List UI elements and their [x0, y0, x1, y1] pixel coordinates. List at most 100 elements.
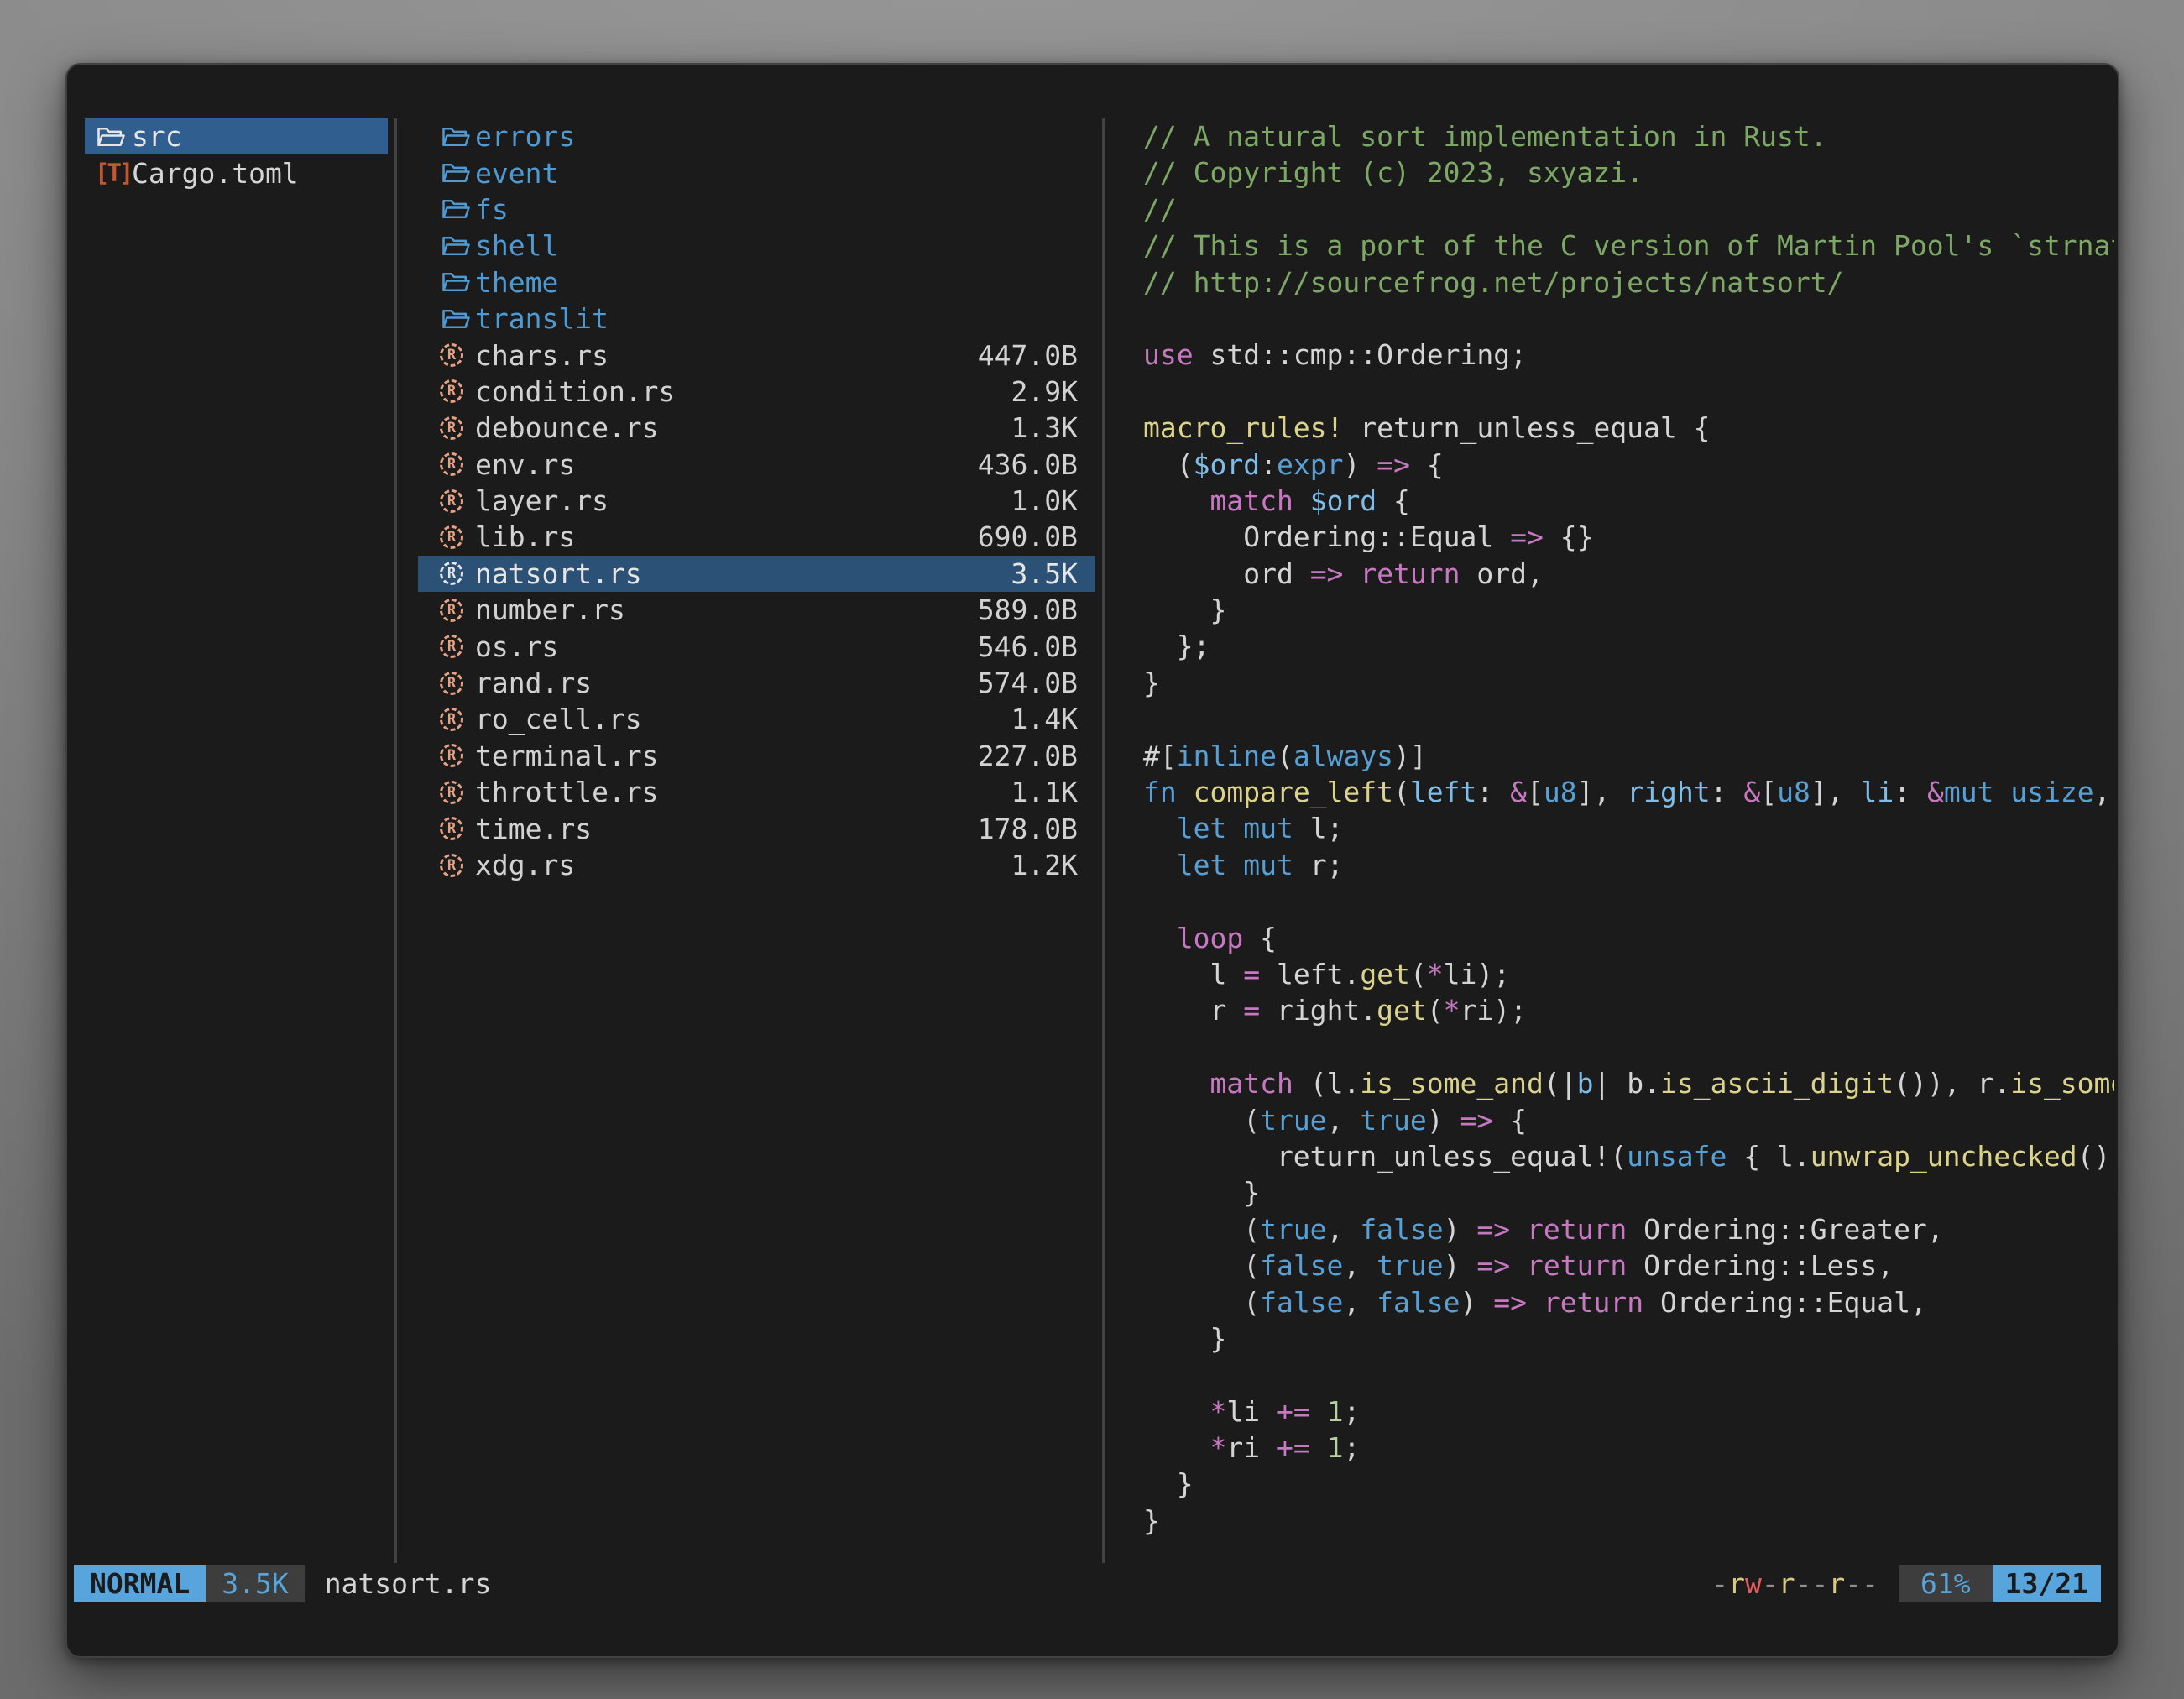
file-name-label: fs — [475, 193, 509, 226]
file-row-number.rs[interactable]: Rnumber.rs589.0B — [418, 592, 1095, 628]
code-line: r = right.get(*ri); — [1143, 992, 2114, 1028]
code-line: // Copyright (c) 2023, sxyazi. — [1143, 154, 2114, 191]
code-line: let mut r; — [1143, 847, 2114, 883]
file-name-label: Cargo.toml — [132, 157, 299, 190]
open-folder-icon — [440, 304, 470, 334]
folder-row-event[interactable]: event — [418, 154, 1095, 191]
file-name-label: os.rs — [475, 630, 558, 663]
rust-icon: R — [440, 379, 463, 403]
code-line: match $ord { — [1143, 483, 2114, 519]
file-size-label: 1.1K — [1011, 776, 1078, 808]
folder-row-errors[interactable]: errors — [418, 118, 1095, 154]
file-size-label: 227.0B — [978, 740, 1078, 772]
code-line: // A natural sort implementation in Rust… — [1143, 118, 2114, 154]
code-line: } — [1143, 1466, 2114, 1502]
code-line: macro_rules! return_unless_equal { — [1143, 410, 2114, 446]
rust-icon: R — [440, 781, 463, 804]
file-size-label: 178.0B — [978, 813, 1078, 845]
file-size-badge: 3.5K — [206, 1565, 304, 1602]
code-line: fn compare_left(left: &[u8], right: &[u8… — [1143, 774, 2114, 810]
code-line: } — [1143, 1320, 2114, 1357]
file-name-label: src — [132, 120, 182, 153]
file-name-label: xdg.rs — [475, 849, 575, 881]
open-folder-icon — [440, 267, 470, 297]
file-row-Cargo.toml[interactable]: [T]Cargo.toml — [85, 154, 388, 191]
open-folder-icon — [440, 158, 470, 188]
file-row-throttle.rs[interactable]: Rthrottle.rs 1.1K — [418, 774, 1095, 810]
file-name-label: lib.rs — [475, 520, 575, 553]
code-line — [1143, 374, 2114, 410]
code-line — [1143, 883, 2114, 919]
folder-row-src[interactable]: src — [85, 118, 388, 154]
rust-icon: R — [440, 672, 463, 695]
rust-icon: R — [440, 708, 463, 731]
file-row-lib.rs[interactable]: Rlib.rs690.0B — [418, 519, 1095, 555]
code-line: (true, true) => { — [1143, 1102, 2114, 1138]
folder-row-fs[interactable]: fs — [418, 191, 1095, 227]
file-row-terminal.rs[interactable]: Rterminal.rs227.0B — [418, 738, 1095, 774]
file-row-chars.rs[interactable]: Rchars.rs447.0B — [418, 337, 1095, 373]
file-row-xdg.rs[interactable]: Rxdg.rs1.2K — [418, 847, 1095, 883]
code-line: *li += 1; — [1143, 1393, 2114, 1430]
pane-divider — [394, 118, 397, 1563]
rust-icon: R — [440, 599, 463, 622]
code-line: (false, false) => return Ordering::Equal… — [1143, 1284, 2114, 1320]
file-row-os.rs[interactable]: Ros.rs546.0B — [418, 628, 1095, 664]
file-name-label: ro_cell.rs — [475, 703, 642, 735]
code-line: (false, true) => return Ordering::Less, — [1143, 1247, 2114, 1283]
rust-icon: R — [440, 452, 463, 476]
code-line — [1143, 701, 2114, 737]
code-line: } — [1143, 665, 2114, 701]
file-row-natsort.rs[interactable]: Rnatsort.rs3.5K — [418, 556, 1095, 592]
file-name-label: debounce.rs — [475, 411, 659, 444]
code-line: *ri += 1; — [1143, 1430, 2114, 1466]
file-size-label: 436.0B — [978, 448, 1078, 481]
file-size-label: 589.0B — [978, 593, 1078, 626]
file-permissions: -rw-r--r-- — [1711, 1565, 1878, 1602]
file-name-label: errors — [475, 120, 575, 153]
status-bar: NORMAL 3.5K natsort.rs -rw-r--r-- 61% 13… — [74, 1565, 2101, 1602]
code-line: let mut l; — [1143, 810, 2114, 846]
file-row-debounce.rs[interactable]: Rdebounce.rs1.3K — [418, 410, 1095, 446]
folder-row-theme[interactable]: theme — [418, 264, 1095, 301]
file-row-ro_cell.rs[interactable]: Rro_cell.rs1.4K — [418, 701, 1095, 737]
yazi-window: src[T]Cargo.toml errorseventfsshelltheme… — [65, 63, 2119, 1658]
code-line: l = left.get(*li); — [1143, 956, 2114, 992]
code-line: loop { — [1143, 920, 2114, 956]
file-name-label: natsort.rs — [475, 557, 642, 590]
file-preview-pane[interactable]: // A natural sort implementation in Rust… — [1143, 118, 2114, 1545]
pane-divider — [1102, 118, 1105, 1563]
file-size-label: 690.0B — [978, 520, 1078, 553]
file-row-rand.rs[interactable]: Rrand.rs574.0B — [418, 665, 1095, 701]
preview-percent-badge: 61% — [1899, 1565, 1993, 1602]
code-line: ($ord:expr) => { — [1143, 447, 2114, 483]
file-size-label: 574.0B — [978, 667, 1078, 699]
file-name-label: layer.rs — [475, 484, 609, 517]
rust-icon: R — [440, 416, 463, 440]
code-line: #[inline(always)] — [1143, 738, 2114, 774]
file-row-condition.rs[interactable]: Rcondition.rs 2.9K — [418, 374, 1095, 410]
file-name-label: throttle.rs — [475, 776, 659, 808]
code-line: // This is a port of the C version of Ma… — [1143, 227, 2114, 264]
file-name-label: time.rs — [475, 813, 592, 845]
file-row-layer.rs[interactable]: Rlayer.rs1.0K — [418, 483, 1095, 519]
code-line: } — [1143, 1503, 2114, 1539]
file-name-label: shell — [475, 229, 558, 262]
file-row-env.rs[interactable]: Renv.rs436.0B — [418, 447, 1095, 483]
open-folder-icon — [440, 122, 470, 152]
code-line: ord => return ord, — [1143, 556, 2114, 592]
file-name-label: condition.rs — [475, 375, 675, 408]
rust-icon: R — [440, 744, 463, 767]
open-folder-icon — [440, 231, 470, 261]
folder-row-shell[interactable]: shell — [418, 227, 1095, 264]
rust-icon: R — [440, 562, 463, 585]
folder-row-translit[interactable]: translit — [418, 301, 1095, 337]
file-row-time.rs[interactable]: Rtime.rs178.0B — [418, 810, 1095, 846]
code-line: // — [1143, 191, 2114, 227]
current-directory-pane: errorseventfsshellthemetranslitRchars.rs… — [418, 118, 1095, 883]
file-size-label: 2.9K — [1011, 375, 1078, 408]
code-line — [1143, 301, 2114, 337]
file-size-label: 1.2K — [1011, 849, 1078, 881]
open-folder-icon — [440, 194, 470, 224]
code-line: match (l.is_some_and(|b| b.is_ascii_digi… — [1143, 1065, 2114, 1101]
